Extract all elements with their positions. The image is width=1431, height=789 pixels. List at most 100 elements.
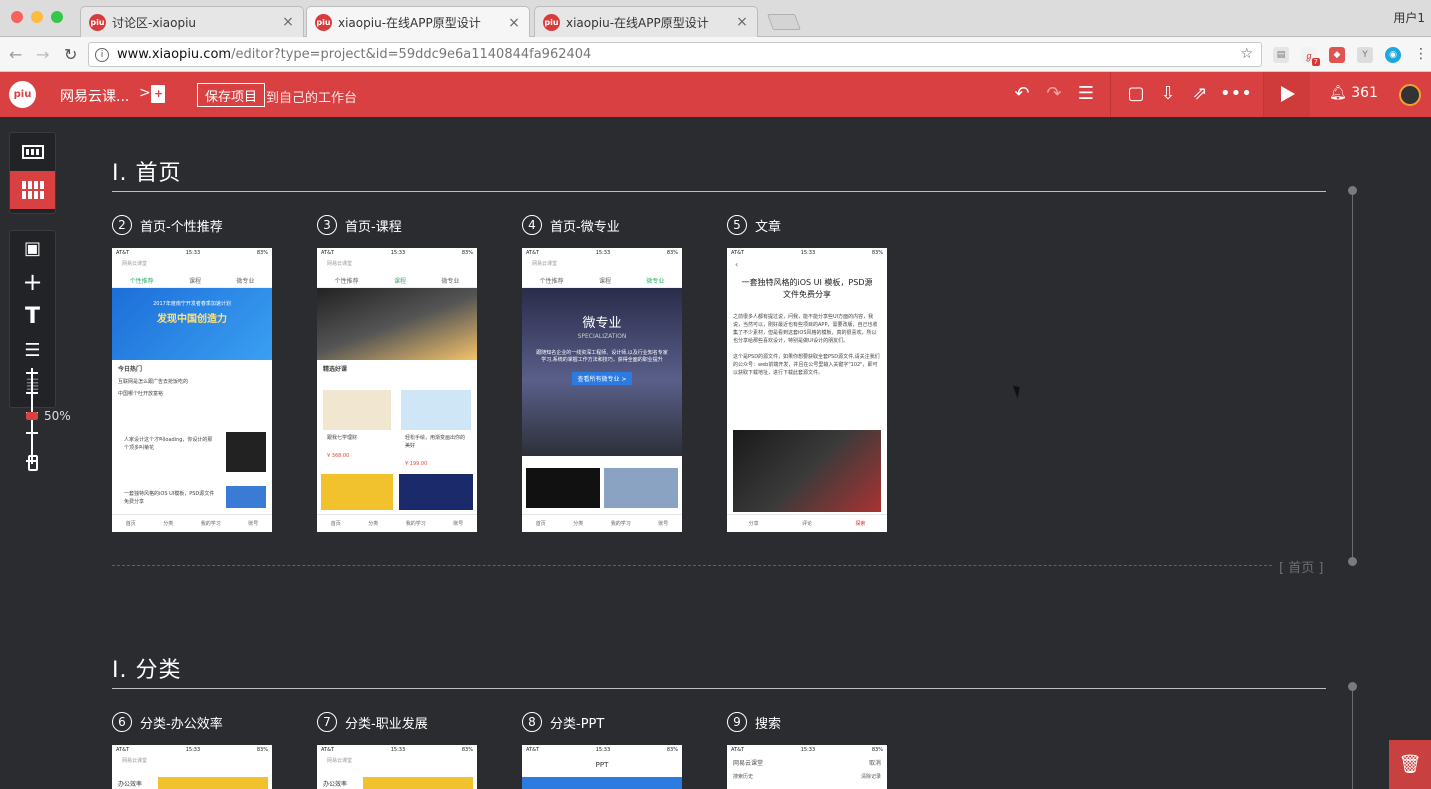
tab-close-icon[interactable]: × — [507, 15, 521, 31]
page-label[interactable]: 2 首页-个性推荐 — [112, 215, 223, 235]
phone-tab: 课程 — [188, 278, 201, 285]
nav-item: 首页 — [330, 521, 341, 527]
tab-close-icon[interactable]: × — [735, 14, 749, 30]
page-thumbnail-9[interactable]: AT&T 15:33 83% 网易云课堂 取消 搜索历史 清除记录 — [727, 745, 887, 789]
page-thumbnail-2[interactable]: AT&T 15:33 83% 网易云课堂 个性推荐 课程 微专业 2017年度南宁开发者… — [112, 248, 272, 532]
section-end-line — [112, 565, 1272, 566]
save-icon[interactable]: ▢ — [1124, 83, 1148, 105]
browser-tab-3[interactable]: piu xiaopiu-在线APP原型设计 × — [534, 6, 758, 37]
url-path: /editor?type=project&id=59ddc9e6a1140844… — [231, 47, 592, 62]
extension-badge-icon[interactable]: ℊ7 — [1301, 47, 1320, 66]
phone-search-bar: 网易云课堂 — [327, 261, 353, 267]
page-title: 分类-职业发展 — [345, 716, 428, 732]
course-price: ¥ 199.00 — [405, 461, 428, 467]
flow-view-icon[interactable] — [10, 133, 55, 171]
undo-icon[interactable]: ↶ — [1010, 83, 1034, 105]
window-minimize-button[interactable] — [31, 11, 43, 23]
nav-item: 分类 — [573, 521, 584, 527]
browser-menu-icon[interactable]: ⋮ — [1414, 46, 1428, 62]
browser-user-profile[interactable]: 用户1 — [1393, 9, 1425, 26]
ppt-header-bar — [522, 777, 682, 789]
text-tool-icon[interactable]: T — [10, 299, 55, 333]
course-title: 跟我七学理财 — [327, 435, 358, 441]
time: 15:33 — [185, 250, 201, 256]
battery: 83% — [666, 250, 678, 256]
section-end-label: [ 首页 ] — [1279, 561, 1324, 576]
piu-logo-icon[interactable]: piu — [9, 81, 36, 108]
redo-icon[interactable]: ↷ — [1042, 83, 1066, 105]
course-title: 轻松手绘，用渐变画出你的美好 — [405, 435, 466, 449]
new-page-icon[interactable]: + — [151, 85, 165, 103]
phone-tab: 课程 — [598, 278, 611, 285]
course-image — [604, 468, 678, 508]
page-thumbnail-7[interactable]: AT&T 15:33 83% 网易云课堂 办公效率 — [317, 745, 477, 789]
tab-close-icon[interactable]: × — [281, 14, 295, 30]
section-title[interactable]: I. 首页 — [112, 155, 181, 187]
phone-status-bar: AT&T 15:33 83% — [112, 248, 272, 258]
list-icon[interactable]: ☰ — [10, 333, 55, 367]
section-title[interactable]: I. 分类 — [112, 652, 181, 684]
window-close-button[interactable] — [11, 11, 23, 23]
extension-y-icon[interactable]: Y — [1357, 47, 1373, 63]
phone-tab: 个性推荐 — [129, 278, 154, 285]
tab-title: xiaopiu-在线APP原型设计 — [338, 16, 481, 30]
preview-play-button[interactable] — [1264, 72, 1310, 117]
zoom-level: 50% — [44, 409, 71, 423]
hot-title: 今日热门 — [118, 366, 143, 373]
page-label[interactable]: 3 首页-课程 — [317, 215, 402, 235]
specialization-hero: 微专业 SPECIALIZATION 跟随知名企业的一线资深工程师、设计师,以及… — [522, 288, 682, 456]
hero-description: 跟随知名企业的一线资深工程师、设计师,以及行业知名专家学习,系统的掌握工作方法和… — [536, 350, 668, 363]
page-label[interactable]: 4 首页-微专业 — [522, 215, 620, 235]
share-icon[interactable]: ⇗ — [1188, 83, 1212, 105]
phone-status-bar: AT&T 15:33 83% — [522, 745, 682, 755]
add-folder-icon[interactable]: ▣ — [10, 231, 55, 265]
phone-bottom-nav: 首页 分类 我的学习 账号 — [522, 514, 682, 532]
url-host: www.xiaopiu.com — [117, 47, 232, 62]
page-thumbnail-8[interactable]: AT&T 15:33 83% PPT — [522, 745, 682, 789]
page-thumbnail-5[interactable]: AT&T 15:33 83% ‹ 一套独特风格的iOS UI 模板，PSD源文件免费… — [727, 248, 887, 532]
page-title: 搜索 — [755, 716, 782, 732]
article-image — [226, 486, 266, 508]
forward-arrow-icon[interactable]: → — [36, 45, 49, 64]
zoom-slider-handle[interactable] — [26, 412, 38, 420]
download-icon[interactable]: ⇩ — [1156, 83, 1180, 105]
add-plus-icon[interactable]: + — [10, 265, 55, 299]
user-avatar[interactable] — [1399, 84, 1421, 106]
browser-tab-2[interactable]: piu xiaopiu-在线APP原型设计 × — [306, 6, 530, 38]
window-maximize-button[interactable] — [51, 11, 63, 23]
page-thumbnail-3[interactable]: AT&T 15:33 83% 网易云课堂 个性推荐 课程 微专业 精选好课 跟我七学理财… — [317, 248, 477, 532]
back-arrow-icon[interactable]: ← — [9, 45, 22, 64]
phone-search-bar: 网易云课堂 — [327, 758, 353, 764]
ppt-title: PPT — [595, 761, 609, 769]
page-title: 分类-PPT — [550, 716, 605, 732]
browser-tab-1[interactable]: piu 讨论区-xiaopiu × — [80, 6, 304, 37]
page-label[interactable]: 8 分类-PPT — [522, 712, 604, 732]
page-thumbnail-4[interactable]: AT&T 15:33 83% 网易云课堂 个性推荐 课程 微专业 微专业 SPECIAL… — [522, 248, 682, 532]
page-thumbnail-6[interactable]: AT&T 15:33 83% 网易云课堂 办公效率 — [112, 745, 272, 789]
nav-item: 分类 — [368, 521, 379, 527]
page-label[interactable]: 9 搜索 — [727, 712, 781, 732]
notification-bell-icon[interactable]: 🔔︎ 361 — [1329, 85, 1378, 101]
page-label[interactable]: 6 分类-办公效率 — [112, 712, 223, 732]
extension-red-icon[interactable]: ◆ — [1329, 47, 1345, 63]
article-image — [226, 432, 266, 472]
trash-icon[interactable]: 🗑︎ — [1389, 740, 1431, 789]
page-label[interactable]: 7 分类-职业发展 — [317, 712, 428, 732]
save-project-button[interactable]: 保存项目 — [197, 83, 266, 107]
site-info-icon[interactable]: i — [95, 47, 109, 62]
url-field[interactable]: i www.xiaopiu.com/editor?type=project&id… — [88, 42, 1262, 67]
reload-icon[interactable]: ↻ — [64, 45, 77, 64]
extension-reader-icon[interactable]: ▤ — [1273, 47, 1289, 63]
history-icon[interactable]: ☰ — [1074, 83, 1098, 105]
page-label[interactable]: 5 文章 — [727, 215, 781, 235]
hero-subtitle: SPECIALIZATION — [577, 333, 627, 340]
more-icon[interactable]: ••• — [1220, 83, 1252, 105]
extension-eye-icon[interactable]: ◉ — [1385, 47, 1401, 63]
bookmark-star-icon[interactable]: ☆ — [1240, 46, 1253, 62]
article-paragraph: 之前很多人都有提过说，问我，能不能分享些UI方面的内容，我说，当然可以，刚好最近… — [733, 314, 878, 344]
project-name[interactable]: 网易云课... — [60, 86, 129, 106]
course-price: ¥ 368.00 — [327, 453, 350, 459]
new-tab-button[interactable] — [767, 14, 801, 30]
zoom-slider[interactable] — [22, 368, 42, 464]
grid-view-icon[interactable] — [10, 171, 55, 209]
